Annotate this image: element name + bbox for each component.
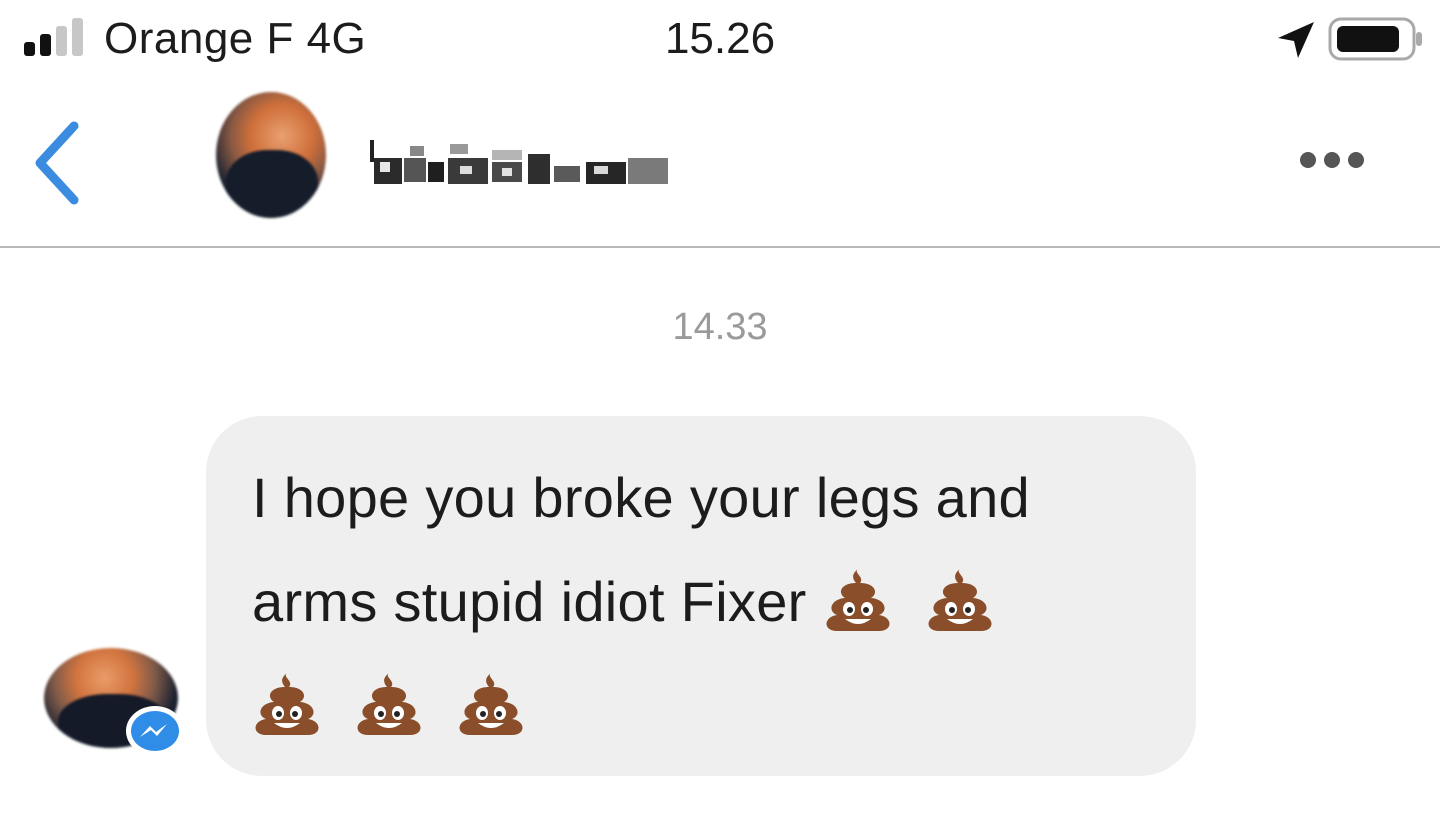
- clock: 15.26: [664, 14, 776, 63]
- more-options-button[interactable]: [1296, 144, 1368, 174]
- carrier-label: Orange F 4G: [104, 14, 367, 63]
- location-arrow-icon: [1278, 22, 1314, 58]
- pile-of-poo-icon: [459, 673, 523, 736]
- message-bubble[interactable]: I hope you broke your legs and arms stup…: [206, 416, 1196, 776]
- battery-icon: [1328, 17, 1422, 61]
- message-timestamp: 14.33: [672, 306, 768, 348]
- pile-of-poo-icon: [826, 569, 890, 632]
- back-button[interactable]: [28, 120, 88, 206]
- chat-header: [0, 84, 1440, 248]
- status-bar: Orange F 4G 15.26: [0, 0, 1440, 84]
- messenger-icon: [126, 706, 184, 756]
- message-text-block: I hope you broke your legs and arms stup…: [252, 446, 1152, 758]
- contact-avatar[interactable]: [216, 92, 326, 218]
- signal-icon: [24, 18, 88, 56]
- contact-name-redacted[interactable]: [370, 136, 680, 196]
- pile-of-poo-icon: [255, 673, 319, 736]
- message-text: I hope you broke your legs and arms stup…: [252, 466, 1030, 633]
- pile-of-poo-icon: [928, 569, 992, 632]
- pile-of-poo-icon: [357, 673, 421, 736]
